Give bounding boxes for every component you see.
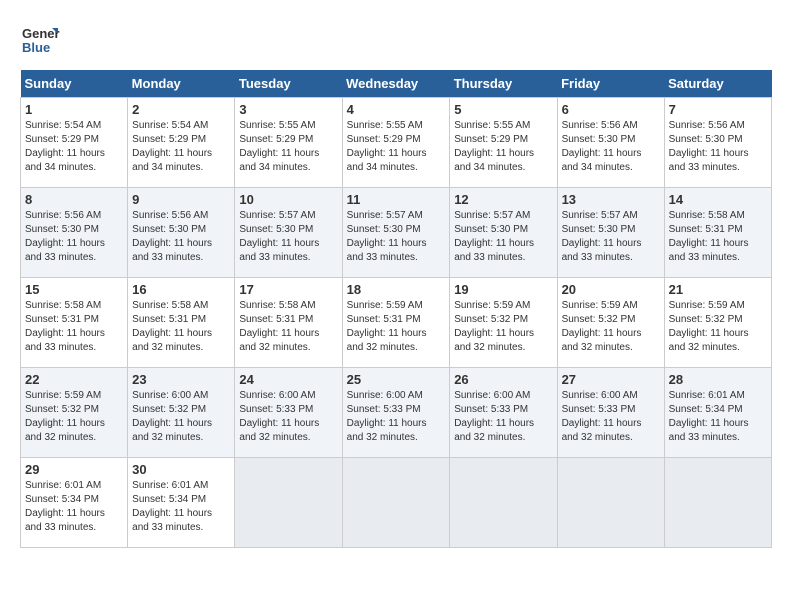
- day-cell-23: 23 Sunrise: 6:00 AMSunset: 5:32 PMDaylig…: [128, 368, 235, 458]
- day-cell-19: 19 Sunrise: 5:59 AMSunset: 5:32 PMDaylig…: [450, 278, 557, 368]
- header-monday: Monday: [128, 70, 235, 98]
- empty-cell-1: [235, 458, 342, 548]
- day-cell-20: 20 Sunrise: 5:59 AMSunset: 5:32 PMDaylig…: [557, 278, 664, 368]
- week-row-1: 1 Sunrise: 5:54 AMSunset: 5:29 PMDayligh…: [21, 98, 772, 188]
- calendar-header-row: Sunday Monday Tuesday Wednesday Thursday…: [21, 70, 772, 98]
- week-row-2: 8 Sunrise: 5:56 AMSunset: 5:30 PMDayligh…: [21, 188, 772, 278]
- header-wednesday: Wednesday: [342, 70, 450, 98]
- header-sunday: Sunday: [21, 70, 128, 98]
- day-cell-28: 28 Sunrise: 6:01 AMSunset: 5:34 PMDaylig…: [664, 368, 771, 458]
- logo-icon: General Blue: [20, 20, 60, 60]
- header-saturday: Saturday: [664, 70, 771, 98]
- day-cell-6: 6 Sunrise: 5:56 AMSunset: 5:30 PMDayligh…: [557, 98, 664, 188]
- day-cell-5: 5 Sunrise: 5:55 AMSunset: 5:29 PMDayligh…: [450, 98, 557, 188]
- day-cell-21: 21 Sunrise: 5:59 AMSunset: 5:32 PMDaylig…: [664, 278, 771, 368]
- header-thursday: Thursday: [450, 70, 557, 98]
- day-cell-25: 25 Sunrise: 6:00 AMSunset: 5:33 PMDaylig…: [342, 368, 450, 458]
- day-cell-24: 24 Sunrise: 6:00 AMSunset: 5:33 PMDaylig…: [235, 368, 342, 458]
- empty-cell-4: [557, 458, 664, 548]
- empty-cell-2: [342, 458, 450, 548]
- day-cell-30: 30 Sunrise: 6:01 AMSunset: 5:34 PMDaylig…: [128, 458, 235, 548]
- day-cell-11: 11 Sunrise: 5:57 AMSunset: 5:30 PMDaylig…: [342, 188, 450, 278]
- day-cell-26: 26 Sunrise: 6:00 AMSunset: 5:33 PMDaylig…: [450, 368, 557, 458]
- day-cell-15: 15 Sunrise: 5:58 AMSunset: 5:31 PMDaylig…: [21, 278, 128, 368]
- empty-cell-3: [450, 458, 557, 548]
- day-cell-2: 2 Sunrise: 5:54 AMSunset: 5:29 PMDayligh…: [128, 98, 235, 188]
- logo: General Blue: [20, 20, 64, 60]
- day-cell-9: 9 Sunrise: 5:56 AMSunset: 5:30 PMDayligh…: [128, 188, 235, 278]
- week-row-4: 22 Sunrise: 5:59 AMSunset: 5:32 PMDaylig…: [21, 368, 772, 458]
- day-cell-27: 27 Sunrise: 6:00 AMSunset: 5:33 PMDaylig…: [557, 368, 664, 458]
- day-cell-22: 22 Sunrise: 5:59 AMSunset: 5:32 PMDaylig…: [21, 368, 128, 458]
- day-cell-10: 10 Sunrise: 5:57 AMSunset: 5:30 PMDaylig…: [235, 188, 342, 278]
- calendar-table: Sunday Monday Tuesday Wednesday Thursday…: [20, 70, 772, 548]
- svg-text:Blue: Blue: [22, 40, 50, 55]
- week-row-5: 29 Sunrise: 6:01 AMSunset: 5:34 PMDaylig…: [21, 458, 772, 548]
- header-friday: Friday: [557, 70, 664, 98]
- day-cell-1: 1 Sunrise: 5:54 AMSunset: 5:29 PMDayligh…: [21, 98, 128, 188]
- day-cell-8: 8 Sunrise: 5:56 AMSunset: 5:30 PMDayligh…: [21, 188, 128, 278]
- day-cell-12: 12 Sunrise: 5:57 AMSunset: 5:30 PMDaylig…: [450, 188, 557, 278]
- day-cell-29: 29 Sunrise: 6:01 AMSunset: 5:34 PMDaylig…: [21, 458, 128, 548]
- day-cell-17: 17 Sunrise: 5:58 AMSunset: 5:31 PMDaylig…: [235, 278, 342, 368]
- week-row-3: 15 Sunrise: 5:58 AMSunset: 5:31 PMDaylig…: [21, 278, 772, 368]
- day-cell-13: 13 Sunrise: 5:57 AMSunset: 5:30 PMDaylig…: [557, 188, 664, 278]
- day-cell-14: 14 Sunrise: 5:58 AMSunset: 5:31 PMDaylig…: [664, 188, 771, 278]
- day-cell-4: 4 Sunrise: 5:55 AMSunset: 5:29 PMDayligh…: [342, 98, 450, 188]
- day-cell-16: 16 Sunrise: 5:58 AMSunset: 5:31 PMDaylig…: [128, 278, 235, 368]
- day-cell-3: 3 Sunrise: 5:55 AMSunset: 5:29 PMDayligh…: [235, 98, 342, 188]
- empty-cell-5: [664, 458, 771, 548]
- header-tuesday: Tuesday: [235, 70, 342, 98]
- page-header: General Blue: [20, 20, 772, 60]
- day-cell-18: 18 Sunrise: 5:59 AMSunset: 5:31 PMDaylig…: [342, 278, 450, 368]
- day-cell-7: 7 Sunrise: 5:56 AMSunset: 5:30 PMDayligh…: [664, 98, 771, 188]
